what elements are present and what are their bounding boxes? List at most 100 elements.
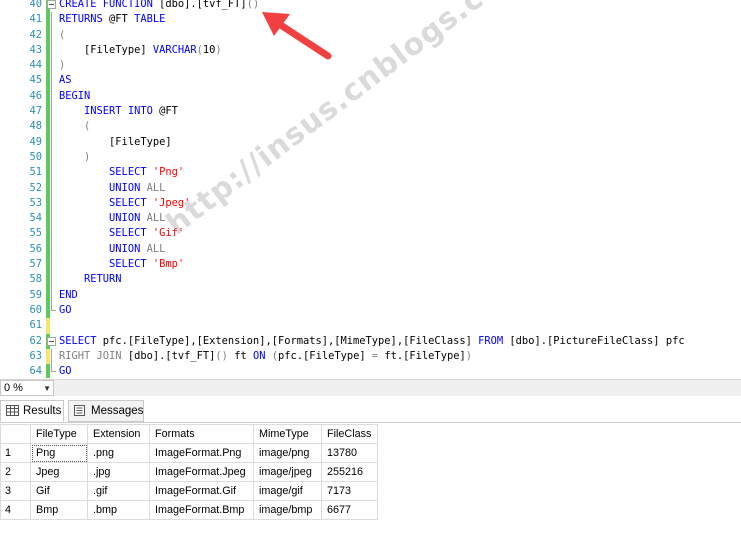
column-header-mimetype[interactable]: MimeType xyxy=(253,424,322,444)
table-cell[interactable]: 255216 xyxy=(321,462,378,482)
table-cell[interactable]: Png xyxy=(30,443,88,463)
table-cell[interactable]: Bmp xyxy=(30,500,88,520)
table-cell[interactable]: Gif xyxy=(30,481,88,501)
code-line[interactable]: 54 UNION ALL xyxy=(0,211,741,227)
code-line[interactable]: 57 SELECT 'Bmp' xyxy=(0,257,741,273)
column-header-formats[interactable]: Formats xyxy=(149,424,254,444)
table-row[interactable]: 1 Png .png ImageFormat.Png image/png 13780 xyxy=(0,443,378,463)
table-cell[interactable]: image/gif xyxy=(253,481,322,501)
code-line[interactable]: 43 [FileType] VARCHAR(10) xyxy=(0,42,741,59)
row-number-cell[interactable]: 3 xyxy=(0,481,31,501)
code-token: SELECT xyxy=(59,334,103,347)
column-header-filetype[interactable]: FileType xyxy=(30,424,88,444)
collapse-icon[interactable] xyxy=(47,0,56,9)
code-line[interactable]: 49 [FileType] xyxy=(0,134,741,150)
code-text: ( xyxy=(59,119,90,134)
code-token: ALL xyxy=(146,181,166,194)
code-token: ( xyxy=(59,28,66,41)
code-text: AS xyxy=(59,73,72,88)
line-number: 55 xyxy=(29,227,42,240)
table-cell[interactable]: ImageFormat.Jpeg xyxy=(149,462,254,482)
results-grid[interactable]: FileType Extension Formats MimeType File… xyxy=(0,424,378,520)
code-line[interactable]: 40 CREATE FUNCTION [dbo].[tvf_FT]() xyxy=(0,0,741,13)
code-token: pfc.[FileType],[Extension],[Formats],[Mi… xyxy=(102,334,479,347)
fold-guide xyxy=(51,119,52,135)
editor-status-bar: 0 % ▼ xyxy=(0,379,741,396)
table-cell[interactable]: ImageFormat.Png xyxy=(149,443,254,463)
code-token: UNION xyxy=(109,181,147,194)
grid-icon xyxy=(6,405,19,416)
table-cell[interactable]: 13780 xyxy=(321,443,378,463)
tab-results[interactable]: Results xyxy=(0,400,64,422)
code-token: INSERT INTO xyxy=(84,105,160,118)
code-line[interactable]: 63 RIGHT JOIN [dbo].[tvf_FT]() ft ON (pfc… xyxy=(0,348,741,365)
column-header-fileclass[interactable]: FileClass xyxy=(321,424,378,444)
collapse-icon[interactable] xyxy=(47,336,56,346)
table-cell[interactable]: 6677 xyxy=(321,500,378,520)
change-indicator xyxy=(46,364,50,378)
line-number: 43 xyxy=(29,43,42,56)
table-cell[interactable]: .png xyxy=(87,443,150,463)
row-number-cell[interactable]: 2 xyxy=(0,462,31,482)
code-line[interactable]: 56 UNION ALL xyxy=(0,241,741,258)
code-line[interactable]: 64 GO xyxy=(0,364,741,378)
code-line[interactable]: 45 AS xyxy=(0,73,741,89)
code-line[interactable]: 42 ( xyxy=(0,27,741,43)
code-line[interactable]: 60 GO xyxy=(0,302,741,319)
grid-header-row: FileType Extension Formats MimeType File… xyxy=(0,424,378,444)
table-cell[interactable]: image/jpeg xyxy=(253,462,322,482)
tab-messages[interactable]: Messages xyxy=(68,400,144,422)
table-cell[interactable]: 7173 xyxy=(321,481,378,501)
fold-guide xyxy=(51,226,52,242)
code-line[interactable]: 44) xyxy=(0,58,741,74)
code-token: [dbo].[tvf_FT] xyxy=(127,349,216,362)
fold-guide xyxy=(51,241,52,258)
table-row[interactable]: 3 Gif .gif ImageFormat.Gif image/gif 7173 xyxy=(0,481,378,501)
zoom-dropdown[interactable]: 0 % ▼ xyxy=(0,380,54,396)
code-line[interactable]: 52 UNION ALL xyxy=(0,180,741,196)
line-number: 58 xyxy=(29,273,42,286)
table-cell[interactable]: .gif xyxy=(87,481,150,501)
line-number: 52 xyxy=(29,181,42,194)
code-token: RETURN xyxy=(84,273,122,286)
code-text: BEGIN xyxy=(59,89,90,104)
table-cell[interactable]: image/png xyxy=(253,443,322,463)
change-indicator xyxy=(46,287,50,303)
table-cell[interactable]: ImageFormat.Gif xyxy=(149,481,254,501)
code-line[interactable]: 58 RETURN xyxy=(0,272,741,288)
table-cell[interactable]: image/bmp xyxy=(253,500,322,520)
code-line[interactable]: 51 SELECT 'Png' xyxy=(0,165,741,181)
code-line[interactable]: 50 ) xyxy=(0,149,741,166)
code-line[interactable]: 59 END xyxy=(0,287,741,303)
code-line[interactable]: 46 BEGIN xyxy=(0,88,741,105)
code-token: VARCHAR xyxy=(152,43,197,56)
line-number: 51 xyxy=(29,166,42,179)
table-cell[interactable]: .bmp xyxy=(87,500,150,520)
fold-guide xyxy=(51,42,52,59)
table-row[interactable]: 2 Jpeg .jpg ImageFormat.Jpeg image/jpeg 25521… xyxy=(0,462,378,482)
code-line[interactable]: 48 ( xyxy=(0,119,741,135)
code-line[interactable]: 53 SELECT 'Jpeg' xyxy=(0,195,741,212)
code-token: @FT xyxy=(109,13,135,26)
code-line[interactable]: 47 INSERT INTO @FT xyxy=(0,104,741,120)
code-lines[interactable]: 40 CREATE FUNCTION [dbo].[tvf_FT]() 41 RETU… xyxy=(0,0,741,378)
row-number-cell[interactable]: 4 xyxy=(0,500,31,520)
chevron-down-icon[interactable]: ▼ xyxy=(43,382,51,396)
code-line[interactable]: 55 SELECT 'Gif' xyxy=(0,226,741,242)
code-line[interactable]: 61 xyxy=(0,318,741,334)
sql-editor[interactable]: 40 CREATE FUNCTION [dbo].[tvf_FT]() 41 RETU… xyxy=(0,0,741,378)
code-line[interactable]: 62 SELECT pfc.[FileType],[Extension],[For… xyxy=(0,333,741,349)
row-number-cell[interactable]: 1 xyxy=(0,443,31,463)
line-number: 64 xyxy=(29,365,42,378)
grid-corner-cell[interactable] xyxy=(0,424,31,444)
line-number: 48 xyxy=(29,120,42,133)
table-cell[interactable]: .jpg xyxy=(87,462,150,482)
code-line[interactable]: 41 RETURNS @FT TABLE xyxy=(0,12,741,28)
table-row[interactable]: 4 Bmp .bmp ImageFormat.Bmp image/bmp 6677 xyxy=(0,500,378,520)
table-cell[interactable]: ImageFormat.Bmp xyxy=(149,500,254,520)
fold-guide xyxy=(51,12,52,28)
code-token: TABLE xyxy=(134,13,166,26)
line-number: 41 xyxy=(29,13,42,26)
column-header-extension[interactable]: Extension xyxy=(87,424,150,444)
table-cell[interactable]: Jpeg xyxy=(30,462,88,482)
